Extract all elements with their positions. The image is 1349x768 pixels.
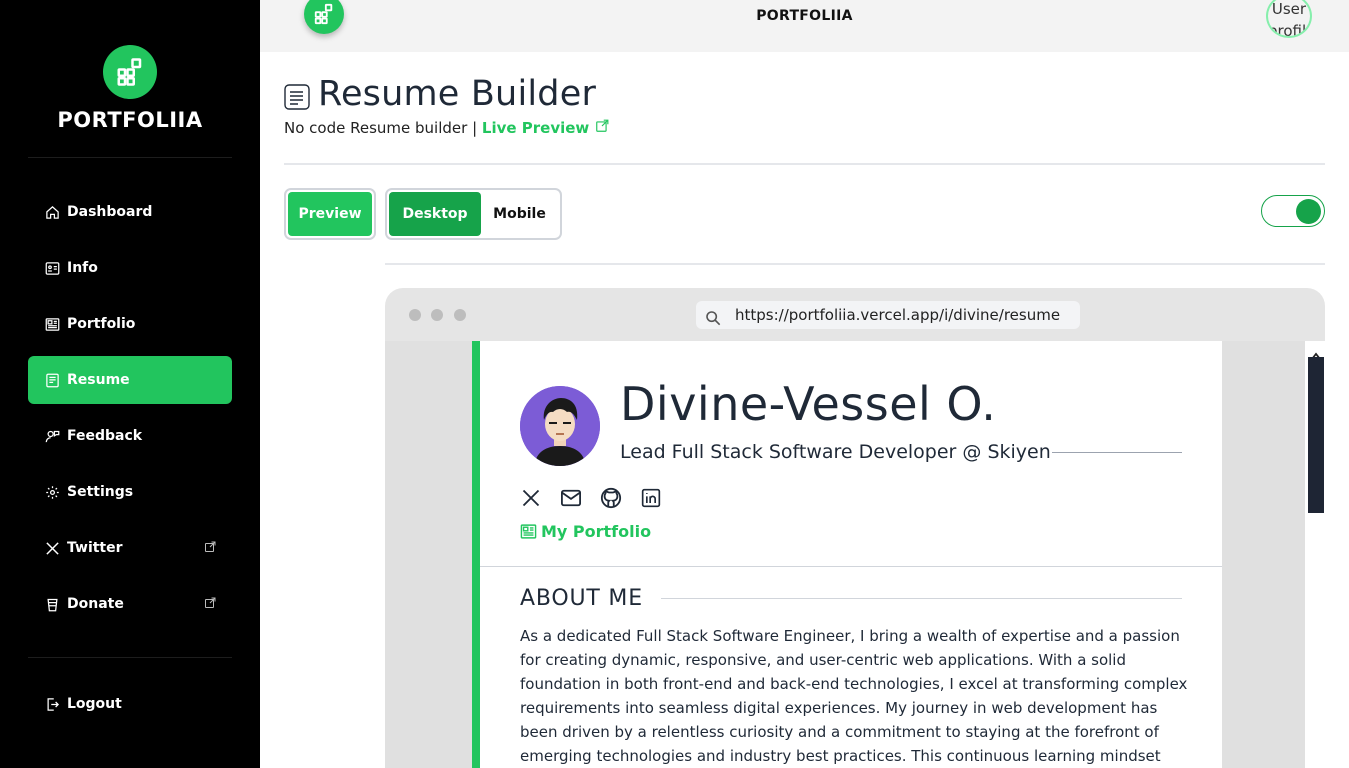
sidebar-item-dashboard[interactable]: Dashboard <box>28 188 232 236</box>
resume-page: Divine-Vessel O. Lead Full Stack Softwar… <box>472 341 1222 768</box>
brand-logo-icon[interactable] <box>103 45 157 99</box>
resume-role: Lead Full Stack Software Developer @ Ski… <box>620 441 1051 463</box>
logout-label: Logout <box>67 696 122 712</box>
external-link-icon <box>204 541 216 553</box>
browser-preview: https://portfoliia.vercel.app/i/divine/r… <box>385 288 1325 768</box>
divider <box>28 157 232 158</box>
resume-name: Divine-Vessel O. <box>620 377 997 431</box>
brand-name: PORTFOLIIA <box>57 108 203 132</box>
sidebar-item-label: Resume <box>67 372 130 388</box>
top-bar: PORTFOLIIA User profile <box>260 0 1349 52</box>
divider <box>1052 452 1182 453</box>
device-toggle: Desktop Mobile <box>385 188 562 240</box>
window-dot <box>409 309 421 321</box>
portfolio-link[interactable]: My Portfolio <box>520 522 651 541</box>
toggle-knob <box>1296 199 1321 224</box>
preview-toggle-switch[interactable] <box>1261 195 1325 227</box>
sidebar-item-label: Portfolio <box>67 316 136 332</box>
sidebar-item-label: Donate <box>67 596 124 612</box>
search-icon <box>705 307 721 326</box>
sidebar-item-label: Settings <box>67 484 134 500</box>
divider <box>661 598 1182 599</box>
preview-button[interactable]: Preview <box>284 188 376 240</box>
about-heading: ABOUT ME <box>520 586 643 611</box>
x-logo-icon[interactable] <box>520 487 542 509</box>
url-text: https://portfoliia.vercel.app/i/divine/r… <box>735 306 1061 324</box>
preview-button-label: Preview <box>288 192 372 236</box>
window-dot <box>431 309 443 321</box>
document-icon <box>44 372 60 388</box>
linkedin-icon[interactable] <box>640 487 662 509</box>
document-icon <box>284 84 310 110</box>
window-dot <box>454 309 466 321</box>
preview-viewport: Divine-Vessel O. Lead Full Stack Softwar… <box>385 341 1325 768</box>
divider <box>385 263 1325 265</box>
gear-icon <box>44 484 60 500</box>
sidebar-item-label: Dashboard <box>67 204 153 220</box>
scrollbar-thumb[interactable] <box>1308 357 1324 513</box>
top-title: PORTFOLIIA <box>756 8 853 24</box>
sidebar-item-resume[interactable]: Resume <box>28 356 232 404</box>
user-feedback-icon <box>44 428 60 444</box>
sidebar: PORTFOLIIA Dashboard Info Portfolio Resu… <box>0 0 260 768</box>
portfolio-link-label: My Portfolio <box>541 522 652 541</box>
divider <box>284 163 1325 165</box>
sidebar-item-donate[interactable]: Donate <box>28 580 232 628</box>
sidebar-item-info[interactable]: Info <box>28 244 232 292</box>
mail-icon[interactable] <box>560 487 582 509</box>
id-card-icon <box>44 260 60 276</box>
coffee-cup-icon <box>44 596 60 612</box>
divider <box>480 566 1222 567</box>
logout-icon <box>44 696 60 712</box>
sidebar-item-label: Info <box>67 260 98 276</box>
social-links <box>520 487 662 509</box>
user-avatar[interactable]: User profile <box>1266 0 1312 38</box>
desktop-button[interactable]: Desktop <box>389 192 481 236</box>
external-link-icon <box>595 119 608 132</box>
page-subtitle: No code Resume builder | Live Preview <box>284 119 609 137</box>
external-link-icon <box>204 597 216 609</box>
mobile-button[interactable]: Mobile <box>481 192 558 236</box>
url-bar[interactable]: https://portfoliia.vercel.app/i/divine/r… <box>696 301 1080 329</box>
about-text: As a dedicated Full Stack Software Engin… <box>520 627 1188 765</box>
logout-button[interactable]: Logout <box>28 680 232 728</box>
chevron-up-icon[interactable] <box>1311 345 1321 360</box>
sidebar-item-portfolio[interactable]: Portfolio <box>28 300 232 348</box>
github-icon[interactable] <box>600 487 622 509</box>
page-title: Resume Builder <box>318 74 597 114</box>
sidebar-item-label: Twitter <box>67 540 123 556</box>
x-logo-icon <box>44 540 60 556</box>
live-preview-link[interactable]: Live Preview <box>482 119 609 137</box>
divider <box>28 657 232 658</box>
home-icon <box>44 204 60 220</box>
newspaper-icon <box>520 523 537 540</box>
sidebar-item-label: Feedback <box>67 428 143 444</box>
sidebar-item-settings[interactable]: Settings <box>28 468 232 516</box>
sidebar-item-feedback[interactable]: Feedback <box>28 412 232 460</box>
avatar <box>520 386 600 466</box>
sidebar-item-twitter[interactable]: Twitter <box>28 524 232 572</box>
subtitle-text: No code Resume builder | <box>284 119 482 137</box>
newspaper-icon <box>44 316 60 332</box>
